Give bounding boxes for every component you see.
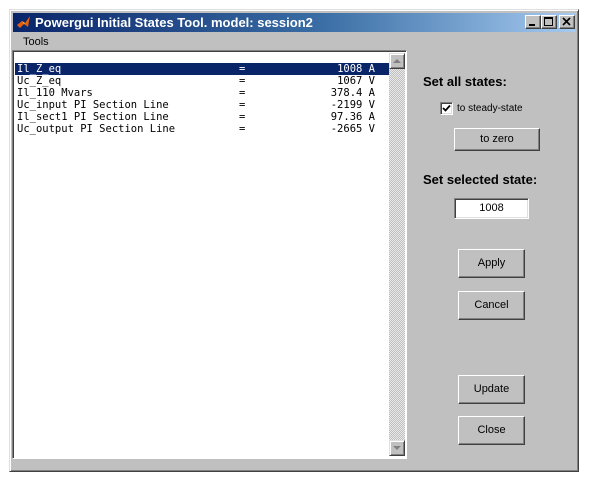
state-equals: =	[239, 75, 246, 87]
menu-bar: Tools	[13, 33, 575, 51]
state-value: 378.4 A	[330, 87, 375, 99]
state-name: Uc_output PI Section Line	[17, 123, 176, 135]
states-list: Il_Z_eq = 1008 A Uc_Z_eq = 1067 V Il_110 Mvars…	[15, 53, 389, 456]
state-list-item[interactable]: Il_110 Mvars = 378.4 A	[15, 87, 389, 99]
list-scrollbar[interactable]	[389, 53, 405, 456]
state-list-item[interactable]: Uc_input PI Section Line = -2199 V	[15, 99, 389, 111]
state-list-item[interactable]: Il_Z_eq = 1008 A	[15, 63, 389, 75]
close-dialog-button[interactable]: Close	[458, 416, 525, 445]
state-equals: =	[239, 87, 246, 99]
set-all-heading: Set all states:	[423, 74, 507, 89]
state-list-item[interactable]: Uc_Z_eq = 1067 V	[15, 75, 389, 87]
state-name: Il_Z_eq	[17, 63, 62, 75]
state-name: Il_sect1 PI Section Line	[17, 111, 169, 123]
arrow-up-icon	[393, 59, 401, 63]
state-value: -2665 V	[330, 123, 375, 135]
scroll-up-button[interactable]	[389, 53, 405, 69]
state-value: 1008 A	[337, 63, 375, 75]
menu-tools[interactable]: Tools	[21, 33, 51, 51]
selected-state-input[interactable]: 1008	[454, 198, 529, 219]
to-zero-button[interactable]: to zero	[454, 128, 540, 151]
cancel-button[interactable]: Cancel	[458, 291, 525, 320]
state-list-item[interactable]: Il_sect1 PI Section Line = 97.36 A	[15, 111, 389, 123]
state-list-item[interactable]: Uc_output PI Section Line = -2665 V	[15, 123, 389, 135]
state-equals: =	[239, 63, 246, 75]
maximize-icon	[544, 17, 553, 26]
state-name: Il_110 Mvars	[17, 87, 93, 99]
state-name: Uc_Z_eq	[17, 75, 62, 87]
state-name: Uc_input PI Section Line	[17, 99, 169, 111]
close-button[interactable]	[559, 15, 575, 29]
states-listbox[interactable]: Il_Z_eq = 1008 A Uc_Z_eq = 1067 V Il_110 Mvars…	[12, 50, 407, 459]
arrow-down-icon	[393, 446, 401, 450]
title-bar[interactable]: Powergui Initial States Tool. model: ses…	[13, 13, 575, 32]
state-value: 1067 V	[337, 75, 375, 87]
window-title: Powergui Initial States Tool. model: ses…	[35, 15, 313, 30]
checkmark-icon	[442, 104, 451, 112]
state-equals: =	[239, 99, 246, 111]
state-value: 97.36 A	[330, 111, 375, 123]
maximize-button[interactable]	[541, 15, 557, 29]
steady-state-checkbox[interactable]	[440, 102, 453, 115]
minimize-icon	[529, 24, 535, 26]
state-equals: =	[239, 111, 246, 123]
apply-button[interactable]: Apply	[458, 249, 525, 278]
state-equals: =	[239, 123, 246, 135]
set-selected-heading: Set selected state:	[423, 172, 538, 187]
steady-state-label: to steady-state	[457, 103, 523, 114]
state-value: -2199 V	[330, 99, 375, 111]
minimize-button[interactable]	[525, 15, 541, 29]
update-button[interactable]: Update	[458, 375, 525, 404]
scroll-down-button[interactable]	[389, 440, 405, 456]
close-icon	[562, 17, 571, 26]
matlab-logo-icon	[17, 16, 30, 28]
